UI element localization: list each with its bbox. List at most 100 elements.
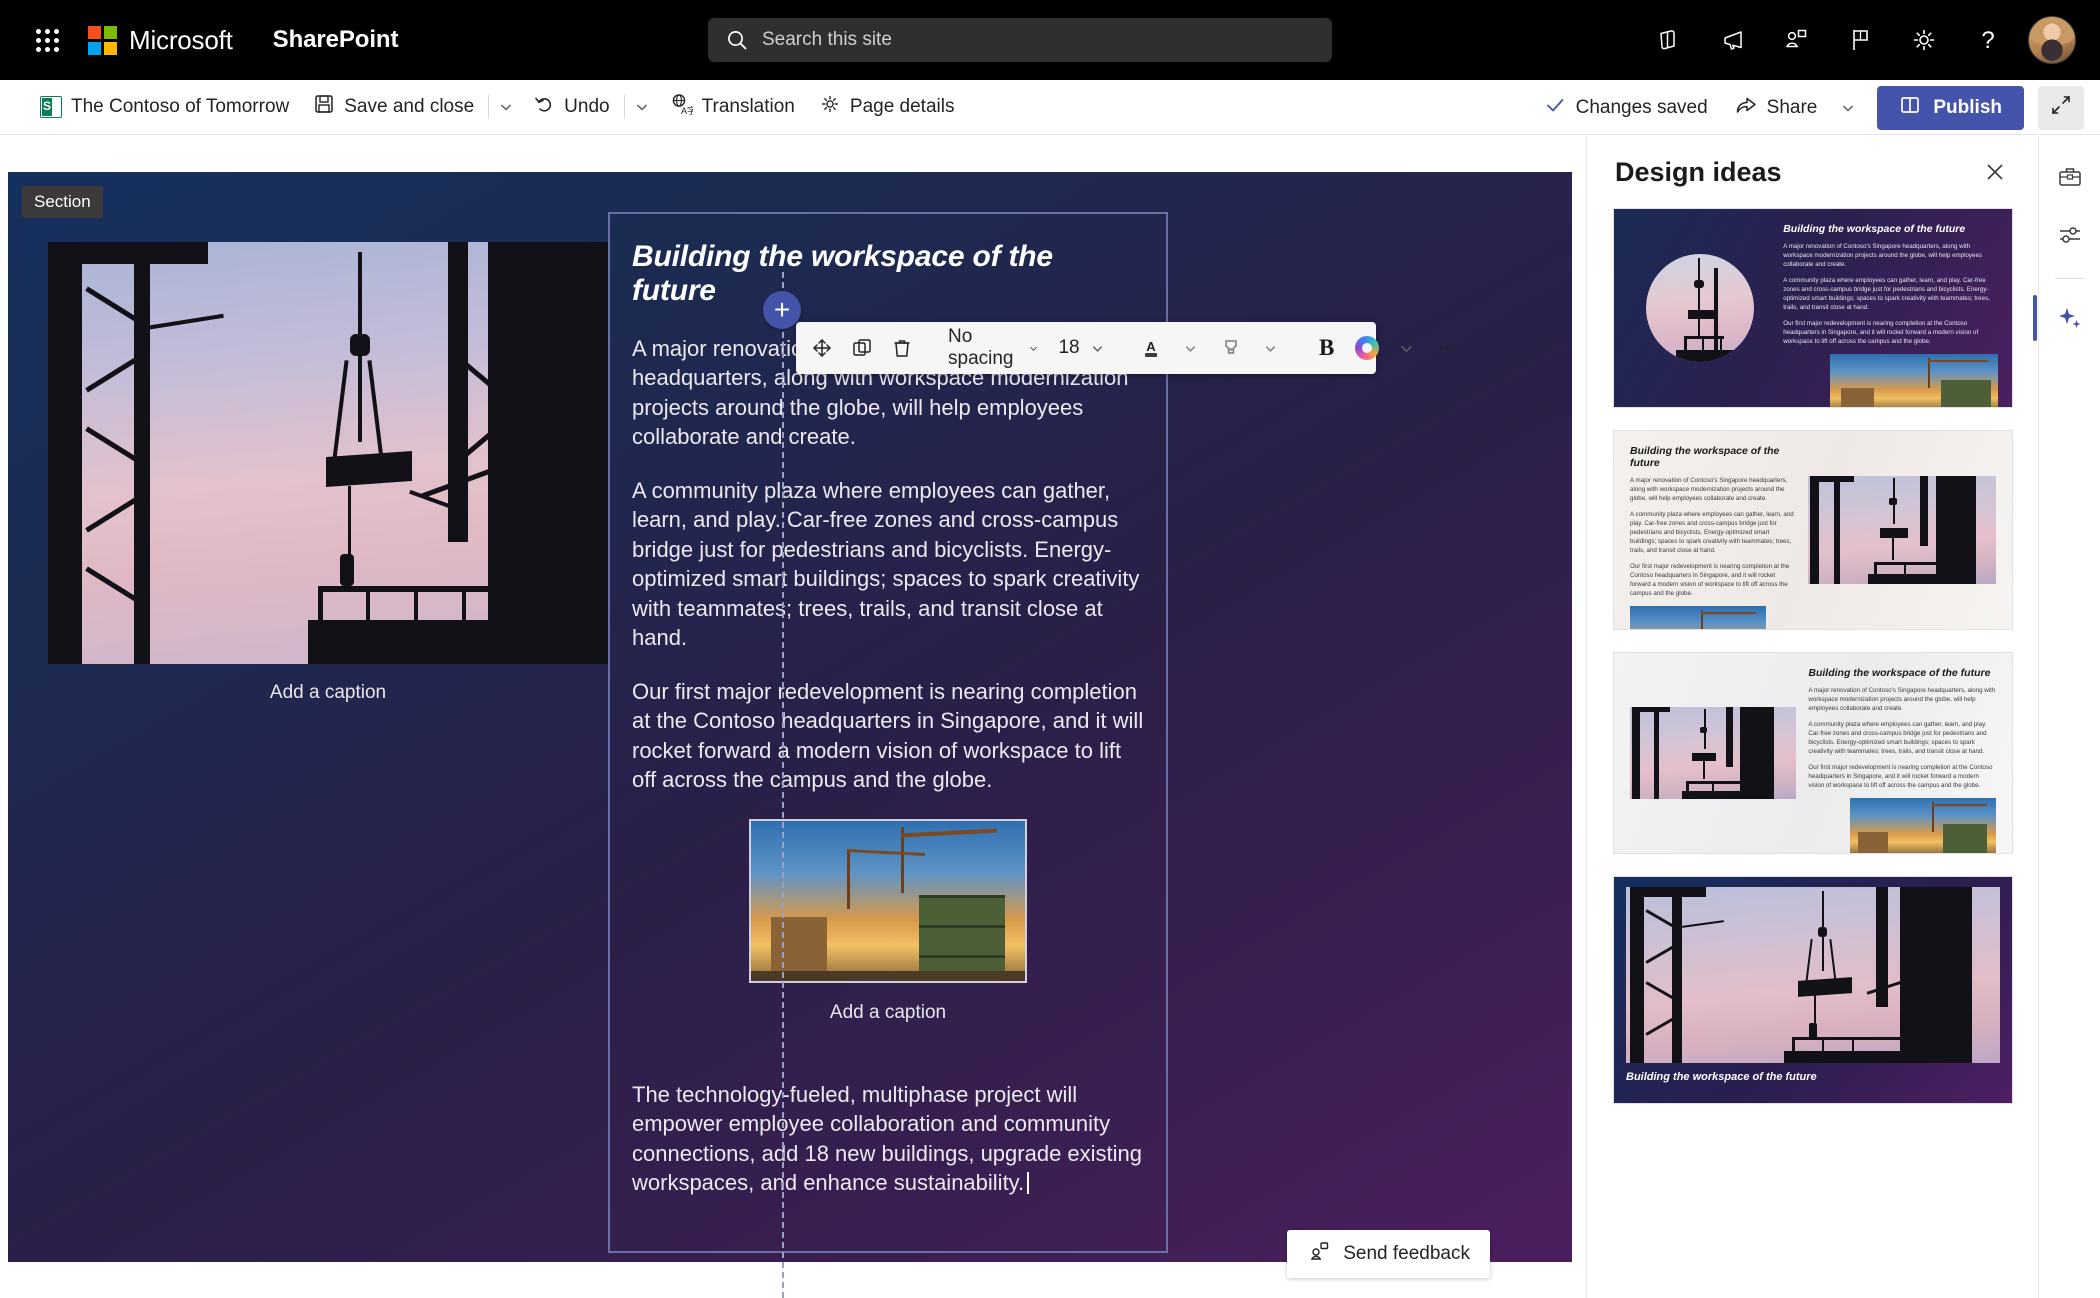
sharepoint-page-icon	[40, 96, 62, 118]
search-input[interactable]	[762, 29, 1308, 51]
copilot-icon[interactable]	[1636, 8, 1700, 72]
design-idea-card[interactable]: Building the workspace of the future A m…	[1613, 652, 2013, 854]
undo-options-chevron-down-icon[interactable]	[627, 85, 657, 129]
gear-icon[interactable]	[1892, 8, 1956, 72]
bold-button[interactable]: B	[1307, 328, 1347, 368]
brand-label: Microsoft	[129, 24, 233, 55]
publish-button[interactable]: Publish	[1877, 85, 2024, 130]
delete-icon[interactable]	[882, 328, 922, 368]
left-column[interactable]: Add a caption	[48, 242, 608, 704]
translation-label: Translation	[701, 96, 795, 117]
design-idea-image	[1808, 445, 1996, 615]
undo-icon	[533, 93, 555, 121]
save-and-close-button[interactable]: Save and close	[301, 85, 486, 129]
avatar[interactable]	[2028, 16, 2076, 64]
design-idea-title: Building the workspace of the future	[1630, 445, 1780, 469]
paragraph-style-dropdown[interactable]: No spacing	[938, 326, 1048, 369]
translation-icon: A字	[669, 92, 696, 122]
design-idea-paragraph: A community plaza where employees can ga…	[1630, 510, 1794, 554]
page-details-button[interactable]: Page details	[807, 85, 967, 129]
paragraph-style-value: No spacing	[948, 326, 1014, 369]
design-idea-title: Building the workspace of the future	[1626, 1071, 1817, 1083]
undo-button[interactable]: Undo	[521, 85, 621, 129]
design-idea-paragraph: Our first major redevelopment is nearing…	[1630, 562, 1790, 597]
app-name-label[interactable]: SharePoint	[273, 26, 399, 54]
design-idea-image	[1628, 223, 1771, 393]
hero-image[interactable]	[48, 242, 608, 664]
font-color-icon[interactable]: A	[1131, 328, 1171, 368]
design-idea-card[interactable]: Building the workspace of the future A m…	[1613, 208, 2013, 408]
sliders-icon[interactable]	[2047, 210, 2093, 260]
design-idea-inline-image	[1830, 353, 1998, 407]
page-title-button[interactable]: The Contoso of Tomorrow	[28, 85, 301, 129]
inline-image[interactable]	[749, 818, 1027, 983]
svg-text:?: ?	[1981, 27, 1994, 54]
article-paragraph[interactable]: Our first major redevelopment is nearing…	[632, 677, 1144, 795]
page-details-gear-icon	[819, 93, 841, 121]
suite-icon-group: ?	[1636, 0, 2086, 80]
design-idea-title: Building the workspace of the future	[1783, 223, 1966, 235]
command-bar-right-group: Changes saved Share Publish	[1534, 80, 2084, 135]
inline-image-caption[interactable]: Add a caption	[632, 1002, 1144, 1024]
microsoft-squares-icon	[88, 25, 117, 55]
more-options-icon[interactable]	[1427, 328, 1467, 368]
undo-label: Undo	[564, 96, 610, 117]
search-icon	[726, 29, 748, 51]
divider	[623, 95, 625, 119]
divider	[488, 95, 490, 119]
bold-label: B	[1318, 335, 1335, 360]
publish-icon	[1899, 94, 1921, 122]
highlight-chevron-down-icon[interactable]	[1251, 328, 1291, 368]
search-box[interactable]	[708, 18, 1332, 62]
save-options-chevron-down-icon[interactable]	[491, 85, 521, 129]
design-idea-title: Building the workspace of the future	[1808, 667, 1991, 679]
section-label: Section	[22, 186, 103, 218]
copilot-icon[interactable]	[1347, 328, 1387, 368]
article-paragraph[interactable]: A community plaza where employees can ga…	[632, 476, 1144, 653]
page-details-label: Page details	[849, 96, 955, 117]
article-title[interactable]: Building the workspace of the future	[632, 240, 1144, 308]
move-icon[interactable]	[802, 328, 842, 368]
highlight-icon[interactable]	[1211, 328, 1251, 368]
column-divider	[782, 272, 784, 1298]
close-icon[interactable]	[1978, 155, 2012, 189]
design-ideas-panel: Design ideas Building the workspace of t…	[1586, 136, 2038, 1298]
article-closing-paragraph[interactable]: The technology-fueled, multiphase projec…	[632, 1080, 1144, 1198]
send-feedback-button[interactable]: Send feedback	[1287, 1230, 1490, 1278]
font-color-chevron-down-icon[interactable]	[1171, 328, 1211, 368]
duplicate-icon[interactable]	[842, 328, 882, 368]
design-ideas-header: Design ideas	[1587, 136, 2038, 208]
save-and-close-label: Save and close	[344, 96, 475, 117]
add-section-above-button[interactable]: +	[763, 291, 801, 329]
design-idea-card[interactable]: Building the workspace of the future A m…	[1613, 430, 2013, 630]
collapse-arrows-icon	[2049, 93, 2073, 122]
save-icon	[313, 93, 335, 121]
translation-button[interactable]: A字 Translation	[657, 85, 807, 129]
design-idea-inline-image	[1630, 605, 1767, 629]
right-rail	[2032, 136, 2100, 1298]
design-idea-paragraph: A major renovation of Contoso's Singapor…	[1808, 687, 1996, 712]
inline-image-container	[632, 818, 1144, 988]
flag-icon[interactable]	[1828, 8, 1892, 72]
sparkle-icon[interactable]	[2032, 293, 2093, 343]
megaphone-icon[interactable]	[1700, 8, 1764, 72]
font-size-dropdown[interactable]: 18	[1048, 328, 1114, 368]
page-canvas: Section Add a caption Building the works…	[0, 136, 1580, 1298]
people-icon[interactable]	[1764, 8, 1828, 72]
design-idea-paragraph: A major renovation of Contoso's Singapor…	[1783, 243, 1983, 268]
collapse-ribbon-button[interactable]	[2038, 85, 2084, 130]
text-format-toolbar[interactable]: No spacing 18 A B	[796, 322, 1455, 374]
design-idea-card[interactable]: Building the workspace of the future	[1613, 876, 2013, 1104]
share-chevron-down-icon[interactable]	[1833, 86, 1863, 130]
search-container[interactable]	[708, 18, 1332, 62]
hero-image-caption[interactable]: Add a caption	[48, 682, 608, 704]
help-icon[interactable]: ?	[1956, 8, 2020, 72]
copilot-chevron-down-icon[interactable]	[1387, 328, 1427, 368]
send-feedback-label: Send feedback	[1343, 1243, 1470, 1264]
microsoft-logo[interactable]: Microsoft	[88, 25, 233, 56]
feedback-people-icon	[1307, 1239, 1331, 1269]
toolbox-icon[interactable]	[2047, 152, 2093, 202]
share-button[interactable]: Share	[1722, 86, 1830, 130]
app-launcher-button[interactable]	[16, 10, 78, 70]
text-cursor	[1027, 1171, 1030, 1194]
